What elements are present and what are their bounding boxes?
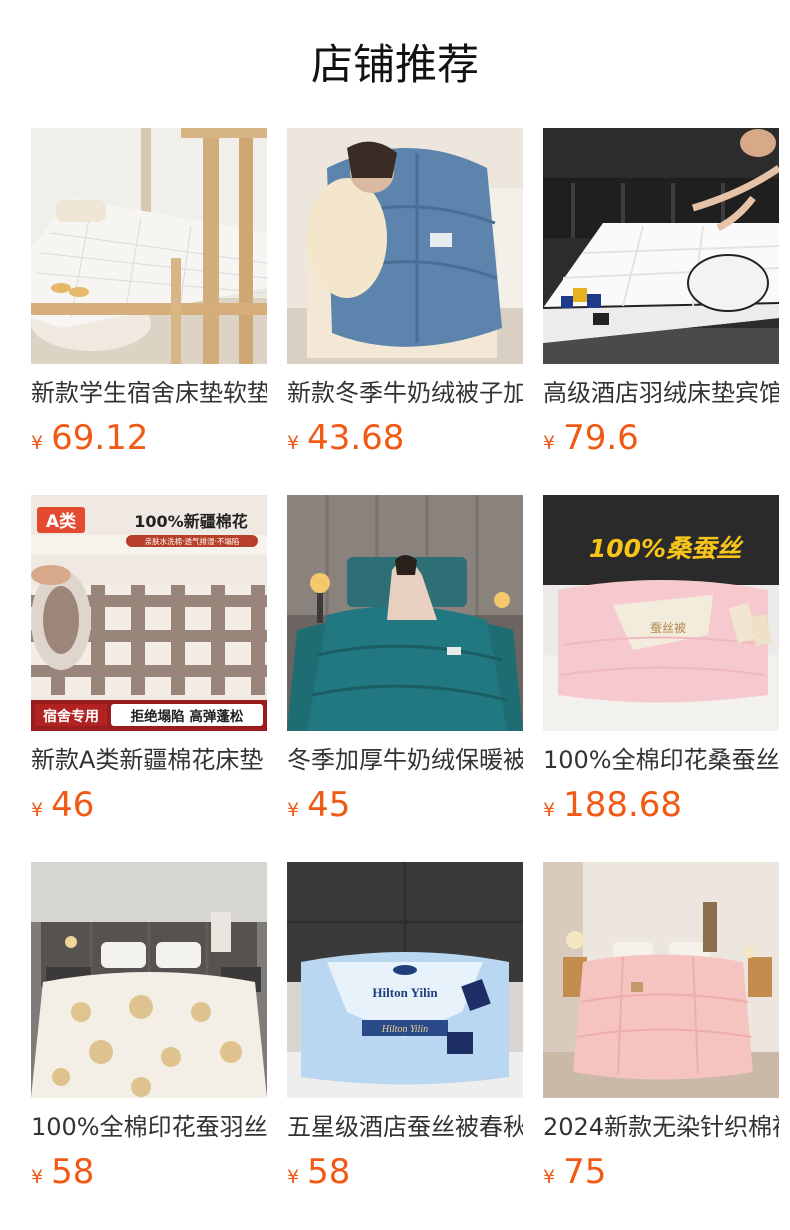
- currency-symbol: ¥: [31, 799, 44, 821]
- product-name[interactable]: 高级酒店羽绒床垫宾馆: [543, 376, 779, 412]
- product-card[interactable]: 高级酒店羽绒床垫宾馆 ¥79.6: [543, 128, 779, 458]
- currency-symbol: ¥: [287, 432, 300, 454]
- product-image[interactable]: [543, 128, 779, 364]
- price-value: 43.68: [307, 418, 405, 458]
- tag-right-text: 拒绝塌陷 高弹蓬松: [131, 708, 244, 725]
- product-card[interactable]: 100%全棉印花蚕羽丝被 ¥58: [31, 862, 267, 1192]
- currency-symbol: ¥: [287, 799, 300, 821]
- product-image[interactable]: A类 100%新疆棉花 亲肤水洗棉·透气排湿·不塌陷 宿舍专用 拒绝塌陷 高弹蓬…: [31, 495, 267, 731]
- subline-text: 亲肤水洗棉·透气排湿·不塌陷: [145, 536, 240, 546]
- price-value: 58: [307, 1152, 351, 1192]
- tag-left-text: 宿舍专用: [43, 708, 99, 725]
- product-name[interactable]: 五星级酒店蚕丝被春秋: [287, 1110, 523, 1146]
- product-name[interactable]: 新款A类新疆棉花床垫: [31, 743, 267, 779]
- product-card[interactable]: 100%桑蚕丝 蚕丝被 100%全棉印花桑蚕丝被 ¥188.68: [543, 495, 779, 825]
- product-image[interactable]: [31, 128, 267, 364]
- currency-symbol: ¥: [543, 799, 556, 821]
- brand-text: Hilton Yilin: [372, 985, 438, 1000]
- product-card[interactable]: 2024新款无染针织棉被 ¥75: [543, 862, 779, 1192]
- headline-text: 100%桑蚕丝: [589, 534, 744, 563]
- headline-text: 100%新疆棉花: [134, 512, 247, 531]
- price-value: 188.68: [563, 785, 683, 825]
- price-value: 79.6: [563, 418, 639, 458]
- grade-badge-text: A类: [46, 511, 77, 532]
- price-value: 45: [307, 785, 351, 825]
- product-card[interactable]: A类 100%新疆棉花 亲肤水洗棉·透气排湿·不塌陷 宿舍专用 拒绝塌陷 高弹蓬…: [31, 495, 267, 825]
- product-card[interactable]: 冬季加厚牛奶绒保暖被 ¥45: [287, 495, 523, 825]
- product-price: ¥69.12: [31, 416, 148, 458]
- product-card[interactable]: 新款冬季牛奶绒被子加厚 ¥43.68: [287, 128, 523, 458]
- product-image[interactable]: [287, 128, 523, 364]
- product-name[interactable]: 新款学生宿舍床垫软垫: [31, 376, 267, 412]
- product-price: ¥58: [31, 1150, 94, 1192]
- product-card[interactable]: 新款学生宿舍床垫软垫 ¥69.12: [31, 128, 267, 458]
- price-value: 46: [51, 785, 95, 825]
- page-title: 店铺推荐: [310, 40, 479, 89]
- currency-symbol: ¥: [287, 1166, 300, 1188]
- product-price: ¥79.6: [543, 416, 639, 458]
- product-name[interactable]: 100%全棉印花蚕羽丝被: [31, 1110, 267, 1146]
- product-name[interactable]: 2024新款无染针织棉被: [543, 1110, 779, 1146]
- currency-symbol: ¥: [543, 1166, 556, 1188]
- product-name[interactable]: 100%全棉印花桑蚕丝被: [543, 743, 779, 779]
- product-image[interactable]: 100%桑蚕丝 蚕丝被: [543, 495, 779, 731]
- product-image[interactable]: [543, 862, 779, 1098]
- product-price: ¥45: [287, 783, 350, 825]
- price-value: 75: [563, 1152, 607, 1192]
- currency-symbol: ¥: [543, 432, 556, 454]
- brand-label-text: Hilton Yilin: [381, 1024, 428, 1035]
- product-price: ¥58: [287, 1150, 350, 1192]
- product-image[interactable]: Hilton Yilin Hilton Yilin: [287, 862, 523, 1098]
- label-text: 蚕丝被: [650, 621, 686, 635]
- product-name[interactable]: 冬季加厚牛奶绒保暖被: [287, 743, 523, 779]
- product-price: ¥46: [31, 783, 94, 825]
- product-price: ¥43.68: [287, 416, 404, 458]
- currency-symbol: ¥: [31, 1166, 44, 1188]
- product-image[interactable]: [31, 862, 267, 1098]
- product-grid: 新款学生宿舍床垫软垫 ¥69.12 新款冬季牛奶绒被子加 ¥ 43.68 高级酒…: [31, 128, 790, 1230]
- product-card[interactable]: Hilton Yilin Hilton Yilin 五星级酒店蚕丝被春秋 ¥58: [287, 862, 523, 1192]
- currency-symbol: ¥: [31, 432, 44, 454]
- product-price: ¥75: [543, 1150, 606, 1192]
- price-value: 58: [51, 1152, 95, 1192]
- price-value: 69.12: [51, 418, 149, 458]
- product-image[interactable]: [287, 495, 523, 731]
- product-name[interactable]: 新款冬季牛奶绒被子加厚: [287, 376, 523, 412]
- product-price: ¥188.68: [543, 783, 682, 825]
